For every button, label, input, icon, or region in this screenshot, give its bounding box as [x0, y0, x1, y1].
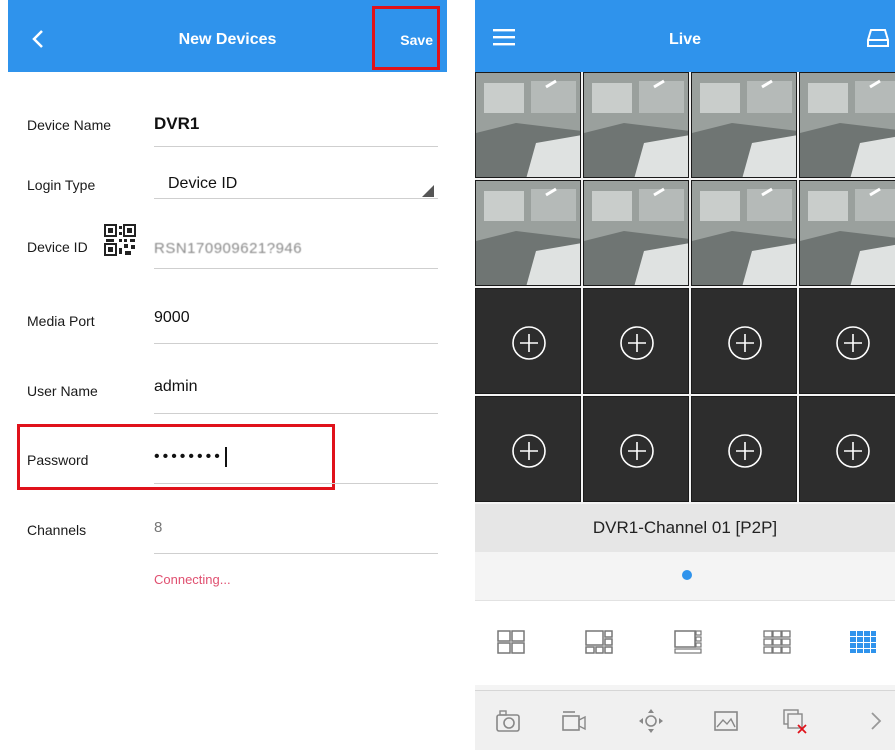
camera-feed[interactable] — [799, 72, 895, 178]
divider — [154, 198, 438, 199]
add-circle-icon — [512, 434, 546, 468]
add-channel-slot[interactable] — [691, 288, 797, 394]
layout-6-icon[interactable] — [585, 630, 613, 654]
save-button[interactable]: Save — [392, 20, 441, 60]
page-title: New Devices — [178, 31, 277, 48]
dropdown-caret-icon[interactable] — [422, 185, 434, 197]
camera-feed[interactable] — [583, 180, 689, 286]
layout-9-icon[interactable] — [763, 630, 791, 654]
app-bar: New Devices Save — [8, 0, 447, 72]
user-name-field[interactable]: admin — [154, 378, 198, 396]
snapshot-camera-icon[interactable] — [495, 708, 521, 734]
login-type-label: Login Type — [27, 177, 96, 193]
device-name-label: Device Name — [27, 117, 112, 133]
camera-image — [584, 73, 688, 177]
camera-image — [800, 73, 895, 177]
add-channel-slot[interactable] — [475, 396, 581, 502]
add-circle-icon — [728, 434, 762, 468]
device-list-icon[interactable] — [867, 28, 889, 48]
close-all-windows-icon[interactable] — [782, 708, 808, 734]
layout-4-icon[interactable] — [497, 630, 525, 654]
image-settings-icon[interactable] — [713, 708, 739, 734]
camera-feed[interactable] — [583, 72, 689, 178]
divider — [154, 413, 438, 414]
divider — [154, 483, 438, 484]
device-name-field[interactable]: DVR1 — [154, 114, 199, 134]
camera-image — [476, 73, 580, 177]
camera-image — [692, 73, 796, 177]
media-port-field[interactable]: 9000 — [154, 309, 190, 327]
layout-8-icon[interactable] — [674, 630, 702, 654]
login-type-select[interactable]: Device ID — [168, 175, 237, 193]
app-bar: Live — [475, 0, 895, 72]
add-circle-icon — [836, 326, 870, 360]
divider — [154, 268, 438, 269]
text-cursor — [224, 447, 227, 467]
add-channel-slot[interactable] — [691, 396, 797, 502]
tool-bar — [475, 690, 895, 750]
add-circle-icon — [728, 326, 762, 360]
user-name-label: User Name — [27, 383, 98, 399]
divider — [154, 343, 438, 344]
chevron-right-icon[interactable] — [863, 708, 889, 734]
password-label: Password — [27, 452, 89, 468]
add-channel-slot[interactable] — [799, 288, 895, 394]
new-devices-screen: New Devices Save Device Name DVR1 Login … — [8, 0, 447, 750]
media-port-label: Media Port — [27, 313, 95, 329]
password-field[interactable]: •••••••• — [154, 447, 227, 467]
page-indicator-dot — [682, 570, 692, 580]
video-grid — [475, 72, 895, 504]
add-circle-icon — [836, 434, 870, 468]
divider — [154, 553, 438, 554]
connection-status: Connecting... — [154, 572, 231, 587]
channel-name-bar: DVR1-Channel 01 [P2P] — [475, 504, 895, 552]
camera-image — [692, 181, 796, 285]
camera-feed[interactable] — [475, 180, 581, 286]
add-circle-icon — [620, 326, 654, 360]
camera-feed[interactable] — [475, 72, 581, 178]
camera-image — [584, 181, 688, 285]
channels-label: Channels — [27, 522, 87, 538]
device-id-field[interactable]: RSN170909621?946 — [154, 240, 302, 257]
camera-feed[interactable] — [691, 180, 797, 286]
camera-feed[interactable] — [799, 180, 895, 286]
live-view-screen: Live DVR1-Channel 01 [P2P] — [475, 0, 895, 750]
channels-value: 8 — [154, 519, 163, 536]
camera-image — [800, 181, 895, 285]
add-circle-icon — [620, 434, 654, 468]
add-channel-slot[interactable] — [799, 396, 895, 502]
add-channel-slot[interactable] — [583, 396, 689, 502]
password-value: •••••••• — [154, 448, 223, 466]
page-title: Live — [668, 31, 701, 48]
camera-image — [476, 181, 580, 285]
qr-code-icon[interactable] — [104, 224, 136, 256]
add-circle-icon — [512, 326, 546, 360]
camera-feed[interactable] — [691, 72, 797, 178]
device-id-label: Device ID — [27, 239, 88, 255]
record-video-icon[interactable] — [561, 708, 587, 734]
ptz-control-icon[interactable] — [638, 708, 664, 734]
layout-16-icon[interactable] — [849, 630, 877, 654]
divider — [154, 146, 438, 147]
add-channel-slot[interactable] — [583, 288, 689, 394]
add-channel-slot[interactable] — [475, 288, 581, 394]
